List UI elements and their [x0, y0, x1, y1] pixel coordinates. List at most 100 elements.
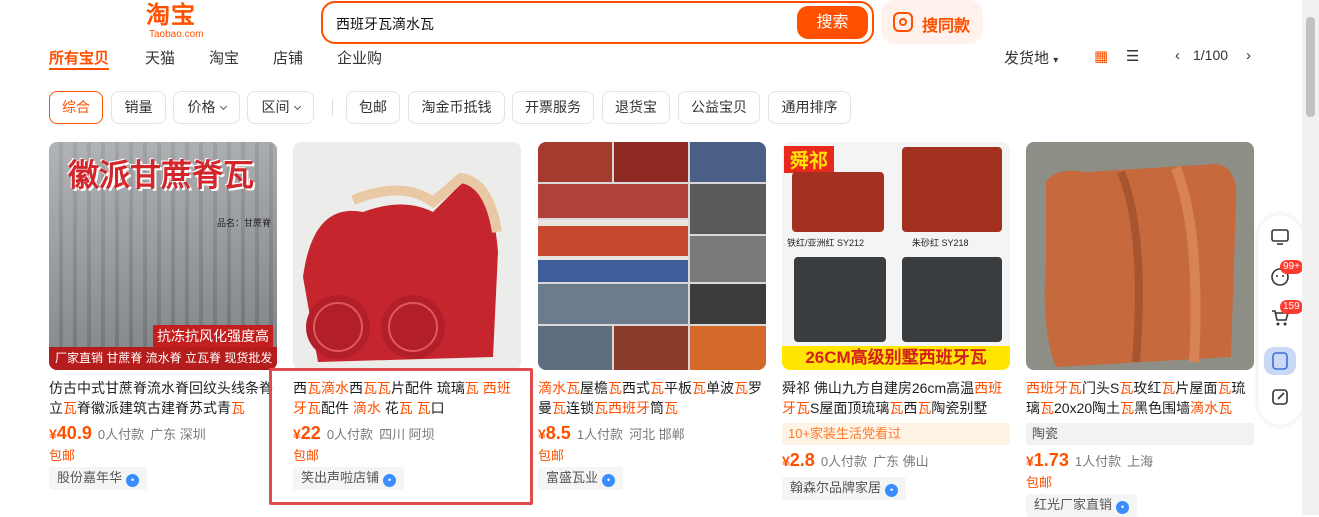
wangwang-icon[interactable]: •	[1116, 501, 1130, 514]
keyword-highlight: 瓦	[1120, 400, 1135, 416]
location: 河北 邯郸	[629, 427, 685, 442]
sales-count: 0人付款	[97, 427, 145, 442]
product-image[interactable]	[1026, 142, 1254, 370]
product-card[interactable]: 西班牙瓦门头S瓦玫红瓦片屋面瓦琉璃瓦20x20陶土瓦黑色围墙滴水瓦 陶瓷 ¥1.…	[1026, 142, 1254, 517]
scrollbar-thumb[interactable]	[1306, 17, 1315, 117]
filter-sales[interactable]: 销量	[111, 91, 166, 124]
tab-tmall[interactable]: 天猫	[145, 47, 175, 68]
image-search-button[interactable]: 搜同款	[881, 0, 983, 44]
grid-view-icon[interactable]: ▦	[1094, 47, 1108, 65]
free-shipping-label: 包邮	[49, 448, 76, 463]
free-shipping-label: 包邮	[538, 448, 565, 463]
keyword-highlight: 瓦	[231, 400, 245, 416]
camera-icon	[893, 12, 913, 32]
tab-taobao[interactable]: 淘宝	[209, 47, 239, 68]
keyword-highlight: 西班牙瓦	[1026, 380, 1082, 396]
sales-count: 1人付款	[1074, 454, 1122, 469]
image-banner: 26CM高级别墅西班牙瓦	[782, 346, 1010, 370]
title-text: S屋面顶琉璃	[810, 400, 890, 416]
product-image[interactable]	[538, 142, 766, 370]
product-title[interactable]: 西班牙瓦门头S瓦玫红瓦片屋面瓦琉璃瓦20x20陶土瓦黑色围墙滴水瓦	[1026, 378, 1254, 418]
wangwang-icon[interactable]: •	[885, 484, 899, 497]
title-text: 屋檐	[580, 380, 608, 396]
monitor-icon[interactable]	[1270, 227, 1290, 247]
product-image[interactable]: 徽派甘蔗脊瓦 品名：甘蔗脊 抗冻抗风化强度高 厂家直销 甘蔗脊 流水脊 立瓦脊 …	[49, 142, 277, 370]
header: 淘宝 Taobao.com 西班牙瓦滴水瓦 搜索 搜同款	[0, 0, 1319, 45]
shop-link[interactable]: 翰森尔品牌家居 •	[782, 477, 907, 500]
filter-charity[interactable]: 公益宝贝	[678, 91, 760, 124]
search-button[interactable]: 搜索	[797, 6, 868, 39]
keyword-highlight: 瓦	[889, 400, 904, 416]
keyword-highlight: 滴水瓦	[538, 380, 580, 396]
prev-page-icon[interactable]: ‹	[1175, 47, 1180, 64]
filter-general-sort[interactable]: 通用排序	[768, 91, 851, 124]
product-title[interactable]: 舜祁 佛山九方自建房26cm高温西班牙瓦S屋面顶琉璃瓦西瓦陶瓷别墅	[782, 378, 1010, 418]
filter-return-insurance[interactable]: 退货宝	[602, 91, 670, 124]
shop-link[interactable]: 红光厂家直销 •	[1026, 494, 1138, 517]
location: 广东 深圳	[150, 427, 206, 442]
keyword-highlight: 瓦	[1040, 400, 1054, 416]
logo-text: 淘宝	[146, 2, 196, 29]
filter-free-shipping[interactable]: 包邮	[346, 91, 400, 124]
search-box: 西班牙瓦滴水瓦 搜索	[321, 1, 874, 44]
ship-from-dropdown[interactable]: 发货地 ▾	[1004, 47, 1058, 68]
tab-all-items[interactable]: 所有宝贝	[49, 47, 110, 70]
keyword-highlight: 滴水瓦	[1190, 400, 1233, 416]
location: 广东 佛山	[873, 454, 929, 469]
search-input[interactable]: 西班牙瓦滴水瓦	[336, 14, 434, 34]
keyword-highlight: 瓦	[608, 380, 622, 396]
wangwang-icon[interactable]: •	[602, 474, 616, 487]
filter-comprehensive[interactable]: 综合	[49, 91, 103, 124]
image-search-label: 搜同款	[922, 18, 971, 35]
shop-link[interactable]: 股份嘉年华 •	[49, 467, 148, 490]
title-text: 片屋面	[1175, 380, 1218, 396]
chevron-down-icon	[219, 102, 227, 111]
scrollbar[interactable]	[1302, 0, 1319, 515]
title-text: 门头S	[1082, 380, 1120, 396]
sales-count: 1人付款	[576, 427, 624, 442]
title-text: 黑色围墙	[1134, 400, 1191, 416]
product-card[interactable]: 舜祁 铁红/亚洲红 SY212 朱砂红 SY218 26CM高级别墅西班牙瓦 舜…	[782, 142, 1010, 500]
price-value: 8.5	[545, 423, 571, 443]
product-image[interactable]: 舜祁 铁红/亚洲红 SY212 朱砂红 SY218 26CM高级别墅西班牙瓦	[782, 142, 1010, 370]
product-image[interactable]	[293, 142, 521, 370]
list-view-icon[interactable]: ☰	[1126, 47, 1139, 65]
title-text: 平板	[664, 380, 692, 396]
title-text: 单波	[706, 380, 734, 396]
filter-invoice[interactable]: 开票服务	[512, 91, 594, 124]
chevron-down-icon	[293, 102, 301, 111]
feedback-icon[interactable]	[1270, 387, 1290, 407]
image-caption: 徽派甘蔗脊瓦	[68, 158, 254, 193]
product-title[interactable]: 仿古中式甘蔗脊流水脊回纹头线条脊立瓦脊徽派建筑古建脊苏式青瓦	[49, 378, 277, 418]
product-card[interactable]: 徽派甘蔗脊瓦 品名：甘蔗脊 抗冻抗风化强度高 厂家直销 甘蔗脊 流水脊 立瓦脊 …	[49, 142, 277, 490]
assistant-icon[interactable]	[1264, 347, 1296, 375]
tab-shops[interactable]: 店铺	[273, 47, 303, 68]
shop-link[interactable]: 富盛瓦业 •	[538, 467, 624, 490]
filter-price[interactable]: 价格	[173, 91, 240, 124]
title-text: 20x20陶土	[1054, 400, 1121, 416]
image-banner: 抗冻抗风化强度高	[153, 325, 273, 347]
tile-illustration	[1044, 164, 1237, 367]
taobao-logo[interactable]: 淘宝 Taobao.com	[146, 2, 203, 41]
product-title[interactable]: 滴水瓦屋檐瓦西式瓦平板瓦单波瓦罗曼瓦连锁瓦西班牙筒瓦	[538, 378, 766, 418]
wangwang-icon[interactable]: •	[126, 474, 140, 487]
ship-from-label: 发货地	[1004, 50, 1050, 67]
image-footer: 厂家直销 甘蔗脊 流水脊 立瓦脊 现货批发	[49, 347, 277, 370]
keyword-highlight: 瓦	[552, 400, 566, 416]
filter-bar: 综合 销量 价格 区间 包邮 淘金币抵钱 开票服务 退货宝 公益宝贝 通用排序	[0, 91, 1300, 124]
popularity-tag: 10+家装生活党看过	[782, 423, 1010, 445]
image-label: 朱砂红 SY218	[912, 238, 969, 248]
product-card[interactable]: 滴水瓦屋檐瓦西式瓦平板瓦单波瓦罗曼瓦连锁瓦西班牙筒瓦 ¥8.5 1人付款 河北 邯郸…	[538, 142, 766, 490]
next-page-icon[interactable]: ›	[1246, 47, 1251, 64]
shop-name: 红光厂家直销	[1034, 497, 1113, 512]
keyword-highlight: 瓦	[650, 380, 664, 396]
floating-sidebar: 99+ 159	[1258, 215, 1303, 425]
tab-enterprise[interactable]: 企业购	[337, 47, 382, 68]
sales-count: 0人付款	[820, 454, 868, 469]
keyword-highlight: 瓦	[664, 400, 678, 416]
price-line: ¥8.5 1人付款 河北 邯郸	[538, 423, 766, 447]
filter-taojinbi[interactable]: 淘金币抵钱	[408, 91, 505, 124]
title-text: 西	[903, 400, 918, 416]
filter-range[interactable]: 区间	[247, 91, 314, 124]
filter-price-label: 价格	[187, 99, 216, 115]
